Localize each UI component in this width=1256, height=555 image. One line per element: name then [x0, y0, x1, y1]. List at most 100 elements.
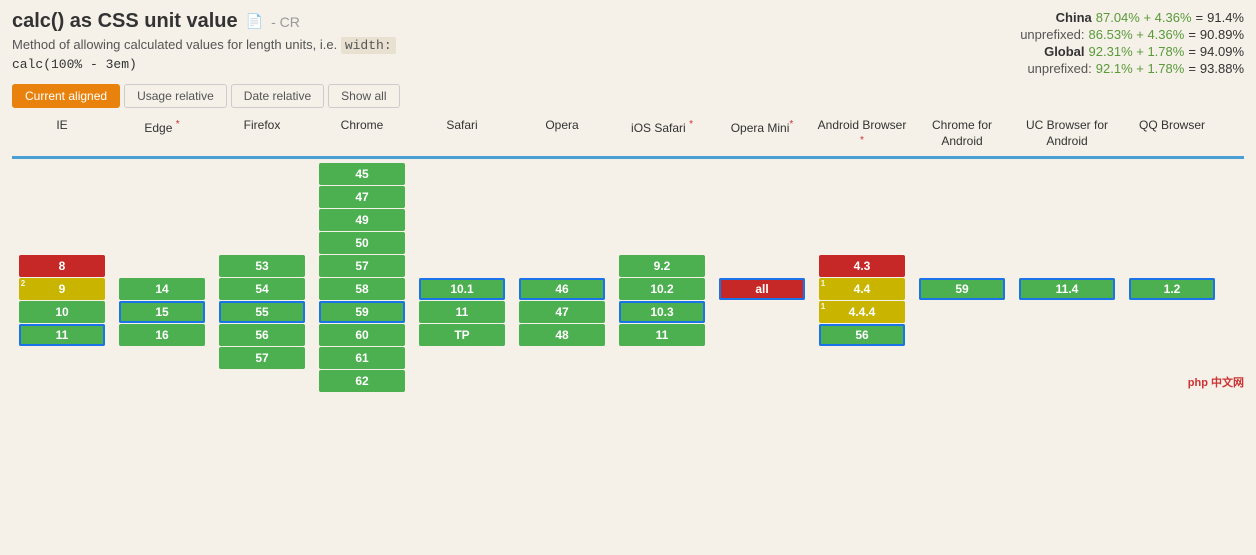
tab-date-relative[interactable]: Date relative: [231, 84, 324, 108]
android-empty-3: [819, 209, 905, 231]
chrome-57: 57: [319, 255, 405, 277]
chra-empty-3: [919, 209, 1005, 231]
chra-empty-5: [919, 255, 1005, 277]
header-row: calc() as CSS unit value 📄 - CR Method o…: [12, 10, 1244, 78]
col-ie: 8 29 10 11: [12, 163, 112, 392]
browser-header-firefox: Firefox: [212, 116, 312, 154]
edge-empty-4: [119, 232, 205, 254]
chra-empty-2: [919, 186, 1005, 208]
chrome-50: 50: [319, 232, 405, 254]
edge-14: 14: [119, 278, 205, 300]
safari-empty-1: [419, 163, 505, 185]
uca-empty-2: [1019, 186, 1114, 208]
tab-show-all[interactable]: Show all: [328, 84, 399, 108]
ie-empty-5: [19, 347, 105, 369]
opera-46: 46: [519, 278, 605, 300]
safari-11: 11: [419, 301, 505, 323]
uca-empty-1: [1019, 163, 1114, 185]
qq-empty-2: [1129, 186, 1215, 208]
ff-55: 55: [219, 301, 305, 323]
ios-11: 11: [619, 324, 705, 346]
footer-logo: php 中文网: [1188, 374, 1244, 390]
china-val: 91.4%: [1207, 10, 1244, 25]
safari-empty-4: [419, 232, 505, 254]
col-safari: 10.1 11 TP: [412, 163, 512, 392]
ios-empty-1: [619, 163, 705, 185]
opmini-empty-3: [719, 209, 805, 231]
code-block: calc(100% - 3em): [12, 57, 904, 72]
opera-empty-1: [519, 163, 605, 185]
col-ios-safari: 9.2 10.2 10.3 11: [612, 163, 712, 392]
ff-empty-3: [219, 209, 305, 231]
ff-57: 57: [219, 347, 305, 369]
footer-logo-text: php 中文网: [1188, 377, 1244, 389]
opera-empty-2: [519, 186, 605, 208]
china-stat-row: China 87.04% + 4.36% = 91.4%: [904, 10, 1244, 25]
ff-56: 56: [219, 324, 305, 346]
china-unprefixed-green: 86.53% + 4.36%: [1089, 27, 1185, 42]
chrome-60: 60: [319, 324, 405, 346]
ie-empty-3: [19, 209, 105, 231]
browser-header-opera-mini: Opera Mini*: [712, 116, 812, 154]
china-unprefixed-label: unprefixed:: [995, 27, 1085, 42]
ios-empty-4: [619, 232, 705, 254]
android-56: 56: [819, 324, 905, 346]
ie-10: 10: [19, 301, 105, 323]
global-green: 92.31% + 1.78%: [1089, 44, 1185, 59]
browser-header-chrome-android: Chrome for Android: [912, 116, 1012, 154]
ie-8: 8: [19, 255, 105, 277]
cr-badge: - CR: [271, 14, 300, 30]
global-eq: =: [1188, 44, 1196, 59]
ff-54: 54: [219, 278, 305, 300]
ie-11: 11: [19, 324, 105, 346]
ie-empty-4: [19, 232, 105, 254]
browsers-header: IE Edge * Firefox Chrome Safari Opera iO…: [12, 116, 1244, 154]
android-43: 4.3: [819, 255, 905, 277]
safari-101: 10.1: [419, 278, 505, 300]
browser-header-ie: IE: [12, 116, 112, 154]
data-grid: 8 29 10 11 14 15 16: [12, 163, 1244, 392]
china-label: China: [1022, 10, 1092, 25]
qq-12: 1.2: [1129, 278, 1215, 300]
uca-empty-4: [1019, 232, 1114, 254]
page-container: calc() as CSS unit value 📄 - CR Method o…: [0, 0, 1256, 398]
android-444: 14.4.4: [819, 301, 905, 323]
browser-header-android-browser: Android Browser *: [812, 116, 912, 154]
browser-header-safari: Safari: [412, 116, 512, 154]
global-unprefixed-eq: =: [1188, 61, 1196, 76]
ios-103: 10.3: [619, 301, 705, 323]
col-qq: 1.2: [1122, 163, 1222, 392]
chra-empty-1: [919, 163, 1005, 185]
opmini-all: all: [719, 278, 805, 300]
ios-92: 9.2: [619, 255, 705, 277]
col-chrome: 45 47 49 50 57 58 59 60 61 62: [312, 163, 412, 392]
opmini-empty-5: [719, 255, 805, 277]
col-opera-mini: all: [712, 163, 812, 392]
china-green: 87.04% + 4.36%: [1096, 10, 1192, 25]
title-text: calc() as CSS unit value: [12, 10, 238, 33]
qq-empty-5: [1129, 255, 1215, 277]
global-unprefixed-green: 92.1% + 1.78%: [1096, 61, 1185, 76]
opmini-empty-4: [719, 232, 805, 254]
china-unprefixed-val: 90.89%: [1200, 27, 1244, 42]
tab-current-aligned[interactable]: Current aligned: [12, 84, 120, 108]
tab-usage-relative[interactable]: Usage relative: [124, 84, 227, 108]
ios-102: 10.2: [619, 278, 705, 300]
browser-header-edge: Edge *: [112, 116, 212, 154]
col-android-browser: 4.3 14.4 14.4.4 56: [812, 163, 912, 392]
opera-empty-5: [519, 255, 605, 277]
chra-empty-4: [919, 232, 1005, 254]
edge-empty-2: [119, 186, 205, 208]
browser-header-qq: QQ Browser: [1122, 116, 1222, 154]
uca-empty-3: [1019, 209, 1114, 231]
chra-59: 59: [919, 278, 1005, 300]
ie-empty-1: [19, 163, 105, 185]
browser-header-opera: Opera: [512, 116, 612, 154]
chrome-45: 45: [319, 163, 405, 185]
chrome-62: 62: [319, 370, 405, 392]
qq-empty-3: [1129, 209, 1215, 231]
opmini-empty-1: [719, 163, 805, 185]
opmini-empty-2: [719, 186, 805, 208]
title-icon: 📄: [246, 13, 263, 30]
safari-empty-5: [419, 255, 505, 277]
